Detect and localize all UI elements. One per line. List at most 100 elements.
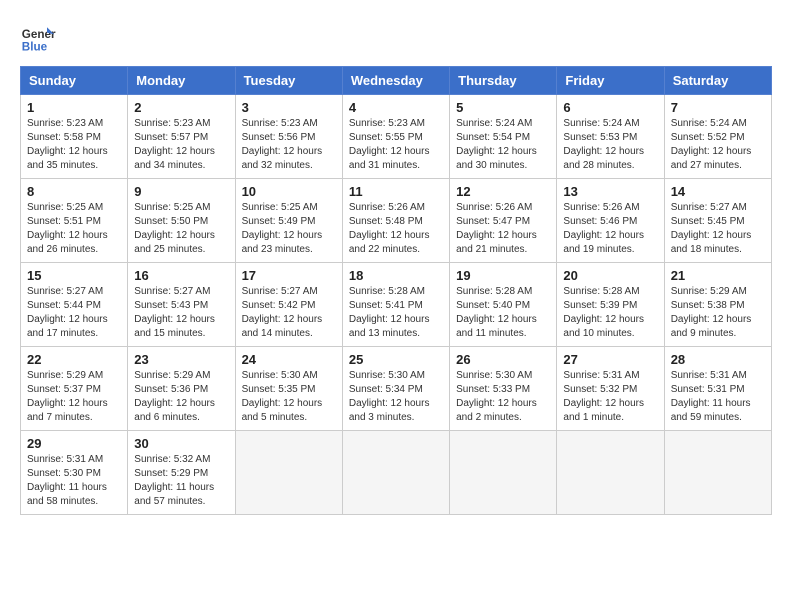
day-info: Sunrise: 5:24 AMSunset: 5:53 PMDaylight:… [563,117,657,173]
day-number: 6 [563,100,657,115]
calendar-cell: 28Sunrise: 5:31 AMSunset: 5:31 PMDayligh… [664,347,771,431]
day-number: 20 [563,268,657,283]
calendar-cell: 11 Sunrise: 5:26 AMSunset: 5:48 PMDayligh… [342,179,449,263]
day-info: Sunrise: 5:29 AMSunset: 5:37 PMDaylight:… [27,369,121,425]
day-number: 18 [349,268,443,283]
day-info: Sunrise: 5:25 AMSunset: 5:51 PMDaylight:… [27,201,121,257]
calendar-cell: 10 Sunrise: 5:25 AMSunset: 5:49 PMDayligh… [235,179,342,263]
day-number: 10 [242,184,336,199]
day-info: Sunrise: 5:27 AMSunset: 5:44 PMDaylight:… [27,285,121,341]
calendar-cell: 17Sunrise: 5:27 AMSunset: 5:42 PMDayligh… [235,263,342,347]
day-info: Sunrise: 5:27 AMSunset: 5:43 PMDaylight:… [134,285,228,341]
calendar-cell: 4 Sunrise: 5:23 AMSunset: 5:55 PMDaylight… [342,95,449,179]
day-number: 15 [27,268,121,283]
day-info: Sunrise: 5:23 AMSunset: 5:57 PMDaylight:… [134,117,228,173]
day-number: 24 [242,352,336,367]
calendar-cell: 21Sunrise: 5:29 AMSunset: 5:38 PMDayligh… [664,263,771,347]
calendar-cell: 13 Sunrise: 5:26 AMSunset: 5:46 PMDayligh… [557,179,664,263]
day-info: Sunrise: 5:25 AMSunset: 5:49 PMDaylight:… [242,201,336,257]
day-number: 26 [456,352,550,367]
day-info: Sunrise: 5:28 AMSunset: 5:40 PMDaylight:… [456,285,550,341]
day-info: Sunrise: 5:30 AMSunset: 5:34 PMDaylight:… [349,369,443,425]
day-of-week-header: Monday [128,67,235,95]
calendar-cell: 19 Sunrise: 5:28 AMSunset: 5:40 PMDayligh… [450,263,557,347]
calendar-cell: 18 Sunrise: 5:28 AMSunset: 5:41 PMDayligh… [342,263,449,347]
day-info: Sunrise: 5:29 AMSunset: 5:38 PMDaylight:… [671,285,765,341]
calendar-week-row: 1Sunrise: 5:23 AMSunset: 5:58 PMDaylight… [21,95,772,179]
day-number: 11 [349,184,443,199]
day-number: 27 [563,352,657,367]
day-number: 29 [27,436,121,451]
calendar-body: 1Sunrise: 5:23 AMSunset: 5:58 PMDaylight… [21,95,772,515]
day-info: Sunrise: 5:24 AMSunset: 5:54 PMDaylight:… [456,117,550,173]
day-number: 12 [456,184,550,199]
day-number: 7 [671,100,765,115]
calendar-cell [450,431,557,515]
calendar-cell: 15 Sunrise: 5:27 AMSunset: 5:44 PMDayligh… [21,263,128,347]
calendar-cell: 6 Sunrise: 5:24 AMSunset: 5:53 PMDaylight… [557,95,664,179]
day-number: 19 [456,268,550,283]
calendar-week-row: 22 Sunrise: 5:29 AMSunset: 5:37 PMDayligh… [21,347,772,431]
day-info: Sunrise: 5:28 AMSunset: 5:39 PMDaylight:… [563,285,657,341]
logo-icon: General Blue [20,20,56,56]
calendar-cell: 1Sunrise: 5:23 AMSunset: 5:58 PMDaylight… [21,95,128,179]
calendar-cell: 16 Sunrise: 5:27 AMSunset: 5:43 PMDayligh… [128,263,235,347]
calendar-cell: 2 Sunrise: 5:23 AMSunset: 5:57 PMDaylight… [128,95,235,179]
calendar-cell: 25Sunrise: 5:30 AMSunset: 5:34 PMDayligh… [342,347,449,431]
calendar-cell [235,431,342,515]
day-number: 2 [134,100,228,115]
day-info: Sunrise: 5:30 AMSunset: 5:33 PMDaylight:… [456,369,550,425]
day-info: Sunrise: 5:23 AMSunset: 5:55 PMDaylight:… [349,117,443,173]
day-number: 23 [134,352,228,367]
day-number: 13 [563,184,657,199]
day-info: Sunrise: 5:32 AMSunset: 5:29 PMDaylight:… [134,453,228,509]
calendar-cell: 12Sunrise: 5:26 AMSunset: 5:47 PMDayligh… [450,179,557,263]
day-of-week-header: Friday [557,67,664,95]
day-number: 8 [27,184,121,199]
calendar-cell: 20 Sunrise: 5:28 AMSunset: 5:39 PMDayligh… [557,263,664,347]
calendar-week-row: 15 Sunrise: 5:27 AMSunset: 5:44 PMDayligh… [21,263,772,347]
day-number: 5 [456,100,550,115]
calendar-cell: 22 Sunrise: 5:29 AMSunset: 5:37 PMDayligh… [21,347,128,431]
day-number: 3 [242,100,336,115]
day-of-week-header: Thursday [450,67,557,95]
logo: General Blue [20,20,56,56]
calendar-cell: 27 Sunrise: 5:31 AMSunset: 5:32 PMDayligh… [557,347,664,431]
day-info: Sunrise: 5:31 AMSunset: 5:32 PMDaylight:… [563,369,657,425]
day-number: 9 [134,184,228,199]
day-info: Sunrise: 5:28 AMSunset: 5:41 PMDaylight:… [349,285,443,341]
day-info: Sunrise: 5:23 AMSunset: 5:56 PMDaylight:… [242,117,336,173]
day-info: Sunrise: 5:29 AMSunset: 5:36 PMDaylight:… [134,369,228,425]
calendar-cell: 23 Sunrise: 5:29 AMSunset: 5:36 PMDayligh… [128,347,235,431]
day-info: Sunrise: 5:24 AMSunset: 5:52 PMDaylight:… [671,117,765,173]
calendar-header-row: SundayMondayTuesdayWednesdayThursdayFrid… [21,67,772,95]
calendar-cell: 29 Sunrise: 5:31 AMSunset: 5:30 PMDayligh… [21,431,128,515]
calendar-week-row: 8 Sunrise: 5:25 AMSunset: 5:51 PMDaylight… [21,179,772,263]
day-of-week-header: Wednesday [342,67,449,95]
calendar-cell: 14 Sunrise: 5:27 AMSunset: 5:45 PMDayligh… [664,179,771,263]
day-number: 16 [134,268,228,283]
calendar-cell: 8 Sunrise: 5:25 AMSunset: 5:51 PMDaylight… [21,179,128,263]
day-number: 22 [27,352,121,367]
day-info: Sunrise: 5:23 AMSunset: 5:58 PMDaylight:… [27,117,121,173]
calendar-table: SundayMondayTuesdayWednesdayThursdayFrid… [20,66,772,515]
day-info: Sunrise: 5:26 AMSunset: 5:46 PMDaylight:… [563,201,657,257]
day-of-week-header: Sunday [21,67,128,95]
day-info: Sunrise: 5:25 AMSunset: 5:50 PMDaylight:… [134,201,228,257]
calendar-cell [342,431,449,515]
calendar-cell [557,431,664,515]
day-of-week-header: Saturday [664,67,771,95]
calendar-cell: 7 Sunrise: 5:24 AMSunset: 5:52 PMDaylight… [664,95,771,179]
calendar-cell: 24 Sunrise: 5:30 AMSunset: 5:35 PMDayligh… [235,347,342,431]
calendar-cell: 30Sunrise: 5:32 AMSunset: 5:29 PMDayligh… [128,431,235,515]
day-info: Sunrise: 5:31 AMSunset: 5:30 PMDaylight:… [27,453,121,509]
day-number: 14 [671,184,765,199]
day-number: 4 [349,100,443,115]
svg-text:General: General [22,28,56,41]
day-info: Sunrise: 5:27 AMSunset: 5:45 PMDaylight:… [671,201,765,257]
day-number: 17 [242,268,336,283]
day-info: Sunrise: 5:26 AMSunset: 5:48 PMDaylight:… [349,201,443,257]
svg-text:Blue: Blue [22,41,48,54]
day-info: Sunrise: 5:30 AMSunset: 5:35 PMDaylight:… [242,369,336,425]
day-info: Sunrise: 5:31 AMSunset: 5:31 PMDaylight:… [671,369,765,425]
